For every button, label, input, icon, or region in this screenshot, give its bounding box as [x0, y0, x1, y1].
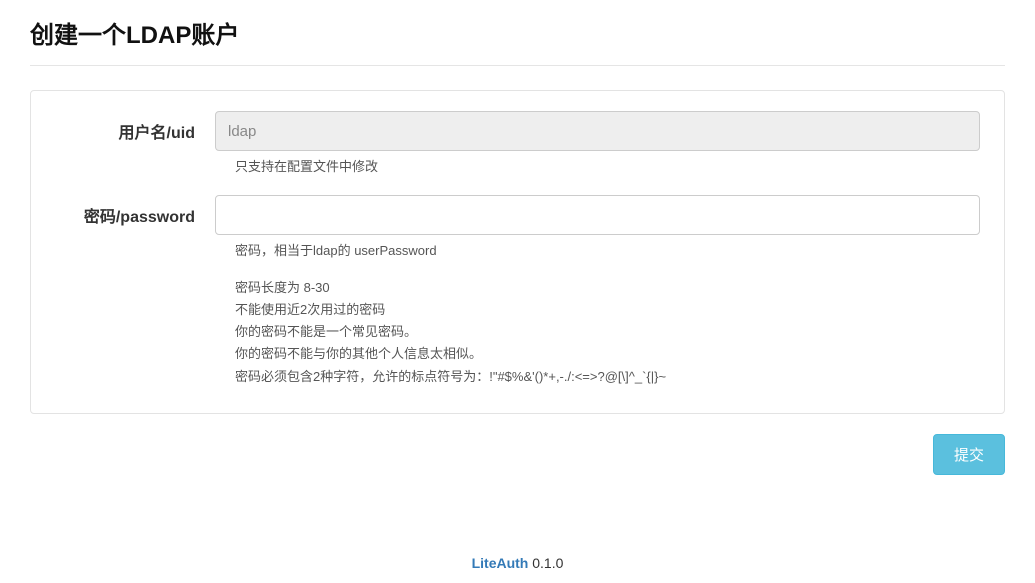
password-rule: 你的密码不能与你的其他个人信息太相似。 [235, 344, 980, 364]
password-rules: 密码长度为 8-30 不能使用近2次用过的密码 你的密码不能是一个常见密码。 你… [235, 278, 980, 387]
button-row: 提交 [30, 434, 1005, 475]
uid-input [215, 111, 980, 151]
submit-button[interactable]: 提交 [933, 434, 1005, 475]
password-label: 密码/password [55, 203, 215, 227]
password-input[interactable] [215, 195, 980, 235]
form-panel: 用户名/uid 只支持在配置文件中修改 密码/password 密码，相当于ld… [30, 90, 1005, 414]
footer-version: 0.1.0 [528, 555, 563, 571]
password-rule: 不能使用近2次用过的密码 [235, 300, 980, 320]
uid-help: 只支持在配置文件中修改 [235, 157, 980, 177]
password-rule: 密码长度为 8-30 [235, 278, 980, 298]
password-help: 密码，相当于ldap的 userPassword [235, 241, 980, 261]
password-row: 密码/password [55, 195, 980, 235]
footer-brand-link[interactable]: LiteAuth [472, 555, 529, 571]
uid-label: 用户名/uid [55, 119, 215, 143]
footer: LiteAuth 0.1.0 [30, 475, 1005, 583]
page-title: 创建一个LDAP账户 [30, 0, 1005, 65]
divider [30, 65, 1005, 66]
password-rule: 你的密码不能是一个常见密码。 [235, 322, 980, 342]
uid-row: 用户名/uid [55, 111, 980, 151]
password-rule: 密码必须包含2种字符，允许的标点符号为：!"#$%&'()*+,-./:<=>?… [235, 367, 980, 387]
